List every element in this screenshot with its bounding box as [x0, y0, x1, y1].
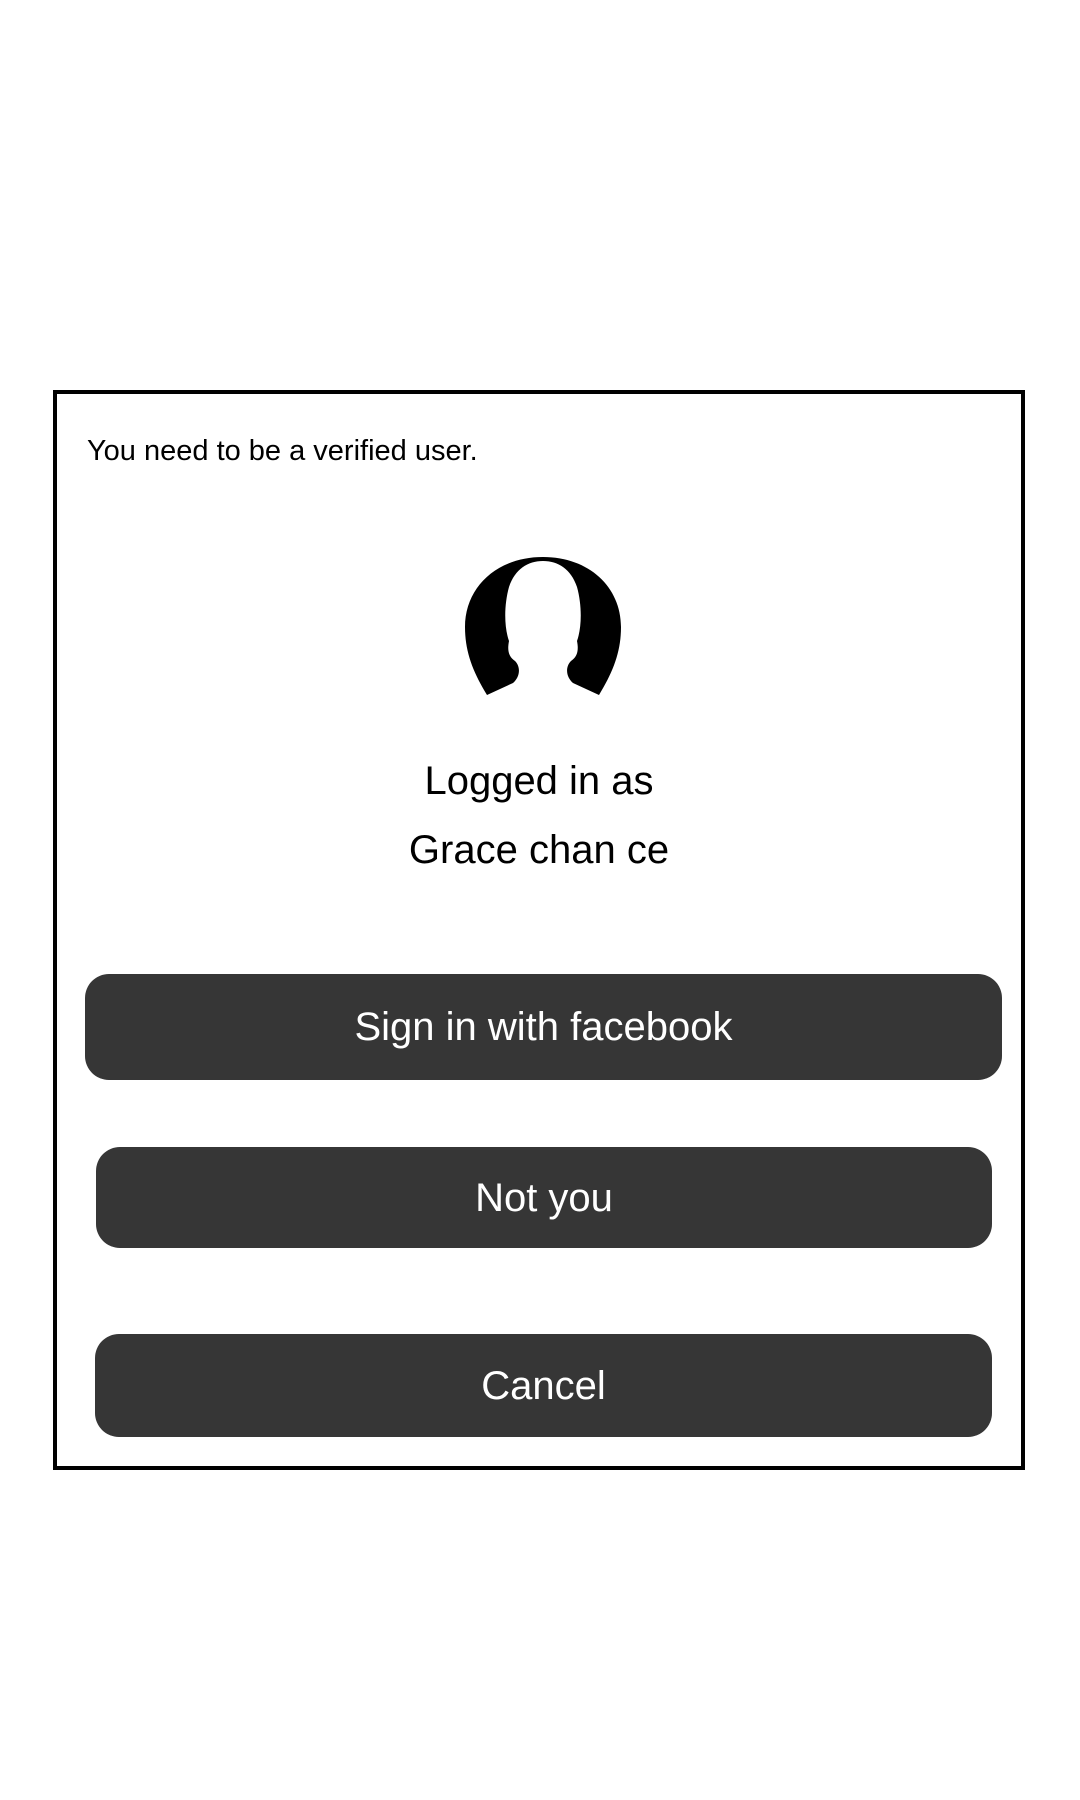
screen: You need to be a verified user. Logged i…: [0, 0, 1080, 1800]
cancel-button[interactable]: Cancel: [95, 1334, 992, 1437]
not-you-button[interactable]: Not you: [96, 1147, 992, 1248]
sign-in-facebook-label: Sign in with facebook: [354, 1005, 733, 1049]
user-name: Grace chan ce: [408, 828, 670, 872]
verification-notice: You need to be a verified user.: [87, 435, 478, 467]
not-you-label: Not you: [475, 1175, 613, 1220]
verification-dialog: You need to be a verified user. Logged i…: [53, 390, 1025, 1470]
logged-in-label: Logged in as: [424, 759, 654, 803]
sign-in-facebook-button[interactable]: Sign in with facebook: [85, 974, 1002, 1080]
user-silhouette-icon: [465, 557, 621, 695]
cancel-label: Cancel: [481, 1363, 606, 1408]
